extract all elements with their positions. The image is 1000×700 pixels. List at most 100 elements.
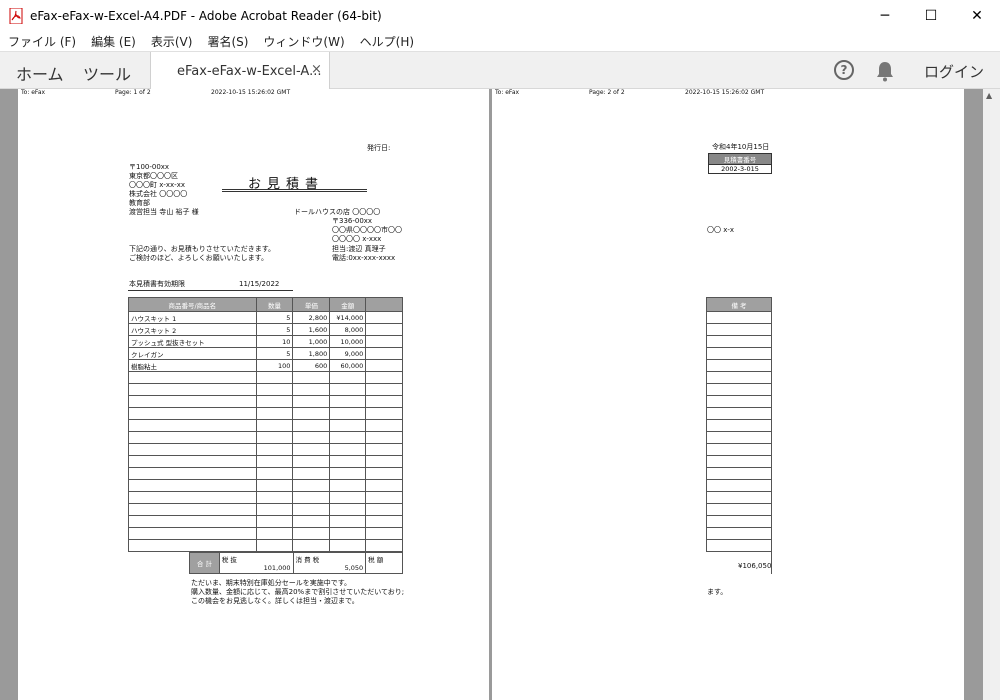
empty-cell xyxy=(128,395,257,408)
close-window-button[interactable]: ✕ xyxy=(954,0,1000,31)
shop-address-1: 〇〇県〇〇〇〇市〇〇 xyxy=(332,226,402,234)
empty-cell xyxy=(706,347,772,360)
acrobat-icon xyxy=(9,7,23,24)
tab-tools[interactable]: ツール xyxy=(83,61,131,85)
maximize-button[interactable]: ☐ xyxy=(908,0,954,31)
tax-label: 消 費 税 xyxy=(295,556,320,564)
menu-edit[interactable]: 編集 (E) xyxy=(91,33,136,50)
empty-cell xyxy=(128,371,257,384)
empty-cell xyxy=(706,491,772,504)
item-price: 1,600 xyxy=(292,323,331,336)
empty-cell xyxy=(706,359,772,372)
empty-cell xyxy=(292,407,331,420)
col-header-extra xyxy=(365,297,403,312)
empty-table-row xyxy=(128,383,403,396)
empty-cell xyxy=(292,479,331,492)
empty-cell xyxy=(292,491,331,504)
empty-cell xyxy=(255,455,294,468)
fax-header-to: To: eFax xyxy=(495,89,520,96)
item-amount: 8,000 xyxy=(329,323,367,336)
pdf-page-1: To: eFax Page: 1 of 2 2022-10-15 15:26:0… xyxy=(18,89,489,700)
empty-cell xyxy=(329,527,367,540)
item-qty: 10 xyxy=(255,335,294,348)
tab-document[interactable]: eFax-eFax-w-Excel-A... × xyxy=(150,52,330,90)
empty-cell xyxy=(292,431,331,444)
shop-address-2: 〇〇〇〇 x-xxx xyxy=(332,235,382,243)
empty-cell xyxy=(292,527,331,540)
empty-table-row xyxy=(706,467,772,480)
empty-cell xyxy=(255,503,294,516)
empty-cell xyxy=(706,335,772,348)
empty-table-row xyxy=(128,539,403,552)
empty-table-row xyxy=(706,419,772,432)
minimize-button[interactable]: ─ xyxy=(862,0,908,31)
empty-cell xyxy=(706,503,772,516)
empty-cell xyxy=(255,431,294,444)
empty-table-row xyxy=(706,455,772,468)
note-tail: ます。 xyxy=(707,588,728,596)
empty-cell xyxy=(706,371,772,384)
empty-cell xyxy=(255,527,294,540)
shop-name: ドールハウスの店 〇〇〇〇 xyxy=(294,208,381,216)
empty-cell xyxy=(329,431,367,444)
col-header-price: 単価 xyxy=(292,297,331,312)
item-amount: 10,000 xyxy=(329,335,367,348)
empty-cell xyxy=(255,395,294,408)
item-extra xyxy=(365,359,403,372)
table-row: プッシュ式 型抜きセット 10 1,000 10,000 xyxy=(128,335,403,348)
empty-cell xyxy=(706,419,772,432)
empty-cell xyxy=(128,467,257,480)
empty-cell xyxy=(329,539,367,552)
empty-cell xyxy=(706,527,772,540)
empty-cell xyxy=(329,419,367,432)
table-row: ハウスキット 1 5 2,800 ¥14,000 xyxy=(128,311,403,324)
empty-cell xyxy=(706,431,772,444)
close-tab-icon[interactable]: × xyxy=(311,62,322,77)
col-header-item: 商品番号/商品名 xyxy=(128,297,257,312)
empty-cell xyxy=(365,515,403,528)
reference-text: 〇〇 x-x xyxy=(707,226,735,234)
document-viewer[interactable]: To: eFax Page: 1 of 2 2022-10-15 15:26:0… xyxy=(0,89,1000,700)
issue-date: 令和4年10月15日 xyxy=(712,143,770,151)
client-company: 株式会社 〇〇〇〇 xyxy=(129,190,188,198)
pdf-page-2: To: eFax Page: 2 of 2 2022-10-15 15:26:0… xyxy=(492,89,964,700)
client-city: 東京都〇〇〇区 xyxy=(129,172,178,180)
empty-cell xyxy=(329,455,367,468)
menu-help[interactable]: ヘルプ(H) xyxy=(360,33,414,50)
menu-sign[interactable]: 署名(S) xyxy=(207,33,248,50)
client-zip: 〒100-00xx xyxy=(129,163,170,171)
item-qty: 5 xyxy=(255,323,294,336)
empty-cell xyxy=(292,467,331,480)
bell-icon[interactable] xyxy=(875,60,895,82)
help-icon[interactable]: ? xyxy=(834,60,854,80)
empty-table-row xyxy=(706,371,772,384)
remarks-table: 備 考 xyxy=(706,297,772,552)
menu-file[interactable]: ファイル (F) xyxy=(8,33,76,50)
col-header-remarks: 備 考 xyxy=(706,297,772,312)
empty-cell xyxy=(365,491,403,504)
empty-cell xyxy=(292,419,331,432)
empty-table-row xyxy=(706,443,772,456)
empty-cell xyxy=(365,395,403,408)
vertical-scrollbar[interactable]: ▲ xyxy=(983,89,1000,700)
empty-cell xyxy=(329,395,367,408)
intro-line-2: ご検討のほど、よろしくお願いいたします。 xyxy=(129,254,268,262)
empty-table-row xyxy=(706,395,772,408)
item-qty: 100 xyxy=(255,359,294,372)
taxin-cell: 税 額 xyxy=(365,552,403,574)
empty-cell xyxy=(255,407,294,420)
empty-cell xyxy=(292,443,331,456)
item-price: 1,800 xyxy=(292,347,331,360)
empty-table-row xyxy=(706,491,772,504)
empty-cell xyxy=(128,407,257,420)
menu-view[interactable]: 表示(V) xyxy=(151,33,193,50)
login-button[interactable]: ログイン xyxy=(924,61,984,82)
menu-window[interactable]: ウィンドウ(W) xyxy=(263,33,344,50)
empty-rows xyxy=(128,371,403,552)
pretax-cell: 税 抜 101,000 xyxy=(218,552,294,574)
issue-date-label: 発行日: xyxy=(367,144,391,152)
tab-home[interactable]: ホーム xyxy=(16,61,64,85)
empty-cell xyxy=(706,539,772,552)
scroll-up-arrow-icon[interactable]: ▲ xyxy=(986,91,992,100)
empty-table-row xyxy=(706,479,772,492)
